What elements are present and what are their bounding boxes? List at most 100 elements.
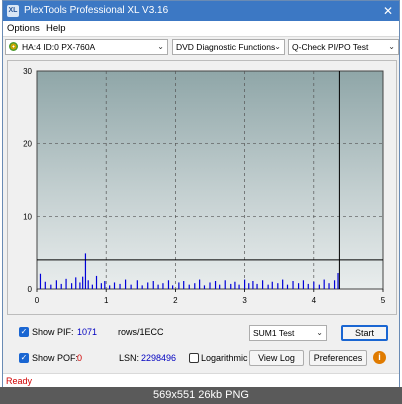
pi-bar xyxy=(157,284,159,289)
pi-bar xyxy=(162,283,164,289)
y-tick-label: 10 xyxy=(23,212,32,221)
pi-bar xyxy=(302,280,305,289)
pi-bar xyxy=(130,284,132,289)
lsn-label: LSN: xyxy=(119,353,140,363)
menu-bar: Options Help xyxy=(3,21,399,37)
pi-bar xyxy=(71,283,73,289)
chart-frame: 30 20 10 0 0 1 2 3 4 5 xyxy=(7,60,397,315)
pi-bar xyxy=(183,281,185,289)
preferences-button[interactable]: Preferences xyxy=(309,350,367,366)
show-pof-checkbox[interactable]: ✓ xyxy=(19,353,29,363)
pi-bar xyxy=(100,283,102,289)
plot-area xyxy=(36,70,384,290)
pi-bar xyxy=(87,280,89,289)
x-tick-label: 0 xyxy=(35,296,40,305)
pi-bar xyxy=(152,281,154,289)
pi-bar xyxy=(199,279,201,289)
chevron-down-icon: ⌄ xyxy=(274,42,281,51)
pi-bar xyxy=(124,279,127,289)
menu-help[interactable]: Help xyxy=(46,23,66,34)
image-caption: 569x551 26kb PNG xyxy=(0,387,402,404)
info-icon[interactable]: i xyxy=(373,351,386,364)
x-tick-label: 3 xyxy=(242,296,247,305)
pi-bar xyxy=(44,281,46,289)
pif-value: 1071 xyxy=(77,327,98,337)
pi-bar xyxy=(252,281,254,289)
pi-bar xyxy=(244,279,246,289)
chevron-down-icon: ⌄ xyxy=(157,42,164,51)
pi-bar xyxy=(214,281,217,289)
pi-bar xyxy=(113,282,116,289)
pi-po-chart: 30 20 10 0 0 1 2 3 4 5 xyxy=(23,67,386,305)
drive-select-value: HA:4 ID:0 PX-760A xyxy=(22,42,96,52)
pi-bar xyxy=(167,280,170,289)
pi-bar xyxy=(307,283,309,289)
drive-select[interactable]: HA:4 ID:0 PX-760A ⌄ xyxy=(5,39,168,55)
pi-bar xyxy=(261,280,264,289)
pi-bar xyxy=(136,280,138,289)
y-tick-label: 0 xyxy=(28,285,33,294)
pi-bar xyxy=(234,281,236,289)
pi-bar xyxy=(248,283,250,289)
pi-bar xyxy=(50,284,52,289)
view-log-button[interactable]: View Log xyxy=(249,350,304,366)
close-icon[interactable]: ✕ xyxy=(381,4,395,18)
title-bar: XL PlexTools Professional XL V3.16 ✕ xyxy=(3,1,399,21)
pi-bar xyxy=(256,283,258,289)
function-select[interactable]: DVD Diagnostic Functions ⌄ xyxy=(172,39,285,55)
pi-bar xyxy=(95,275,98,289)
pi-bar xyxy=(230,283,232,289)
lsn-value: 2298496 xyxy=(141,353,177,363)
x-tick-label: 4 xyxy=(312,296,317,305)
app-window: XL PlexTools Professional XL V3.16 ✕ Opt… xyxy=(2,0,400,387)
y-tick-label: 30 xyxy=(23,67,32,76)
function-select-value: DVD Diagnostic Functions xyxy=(176,42,276,52)
show-pif-label: Show PIF: xyxy=(32,327,74,337)
pi-bar xyxy=(104,281,106,289)
pi-bar xyxy=(219,284,221,289)
pi-bar xyxy=(60,283,62,289)
pi-bar xyxy=(323,279,325,289)
pi-bar xyxy=(82,276,84,289)
pi-bar xyxy=(91,284,93,289)
pi-bar xyxy=(337,273,339,289)
window-title: PlexTools Professional XL V3.16 xyxy=(24,5,169,16)
pi-bar xyxy=(119,283,121,289)
pi-bar xyxy=(79,282,81,289)
pi-bar xyxy=(297,283,300,289)
pi-bar xyxy=(282,279,284,289)
pi-bar xyxy=(267,284,269,289)
sum-test-select-value: SUM1 Test xyxy=(253,328,295,338)
pof-value: 0 xyxy=(77,353,83,363)
disc-drive-icon xyxy=(9,42,18,51)
pi-bar xyxy=(75,277,77,289)
pi-bar xyxy=(238,284,240,289)
logarithmic-label: Logarithmic xyxy=(201,353,248,363)
pi-bar xyxy=(271,281,273,289)
pi-bar xyxy=(224,280,226,289)
show-pof-label: Show POF: xyxy=(32,353,79,363)
menu-options[interactable]: Options xyxy=(7,23,40,34)
logarithmic-checkbox[interactable] xyxy=(189,353,199,363)
x-tick-label: 5 xyxy=(381,296,386,305)
x-tick-label: 2 xyxy=(173,296,178,305)
pi-bar xyxy=(328,283,330,289)
pi-bar xyxy=(55,280,57,289)
chevron-down-icon: ⌄ xyxy=(316,328,323,337)
pi-bar xyxy=(39,273,42,289)
pi-bar xyxy=(286,284,289,289)
sum-test-select[interactable]: SUM1 Test ⌄ xyxy=(249,325,327,341)
pi-bar xyxy=(109,285,111,289)
test-select-value: Q-Check PI/PO Test xyxy=(292,42,369,52)
start-button[interactable]: Start xyxy=(341,325,388,341)
rows-label: rows/1ECC xyxy=(118,327,164,337)
pi-bar xyxy=(313,281,315,289)
pi-bar xyxy=(203,285,206,289)
pi-bar xyxy=(188,284,190,289)
show-pif-checkbox[interactable]: ✓ xyxy=(19,327,29,337)
pi-bar xyxy=(172,285,174,289)
pi-bar xyxy=(292,281,294,289)
test-select[interactable]: Q-Check PI/PO Test ⌄ xyxy=(288,39,399,55)
pi-bar xyxy=(147,282,149,289)
pi-bar xyxy=(318,284,320,289)
